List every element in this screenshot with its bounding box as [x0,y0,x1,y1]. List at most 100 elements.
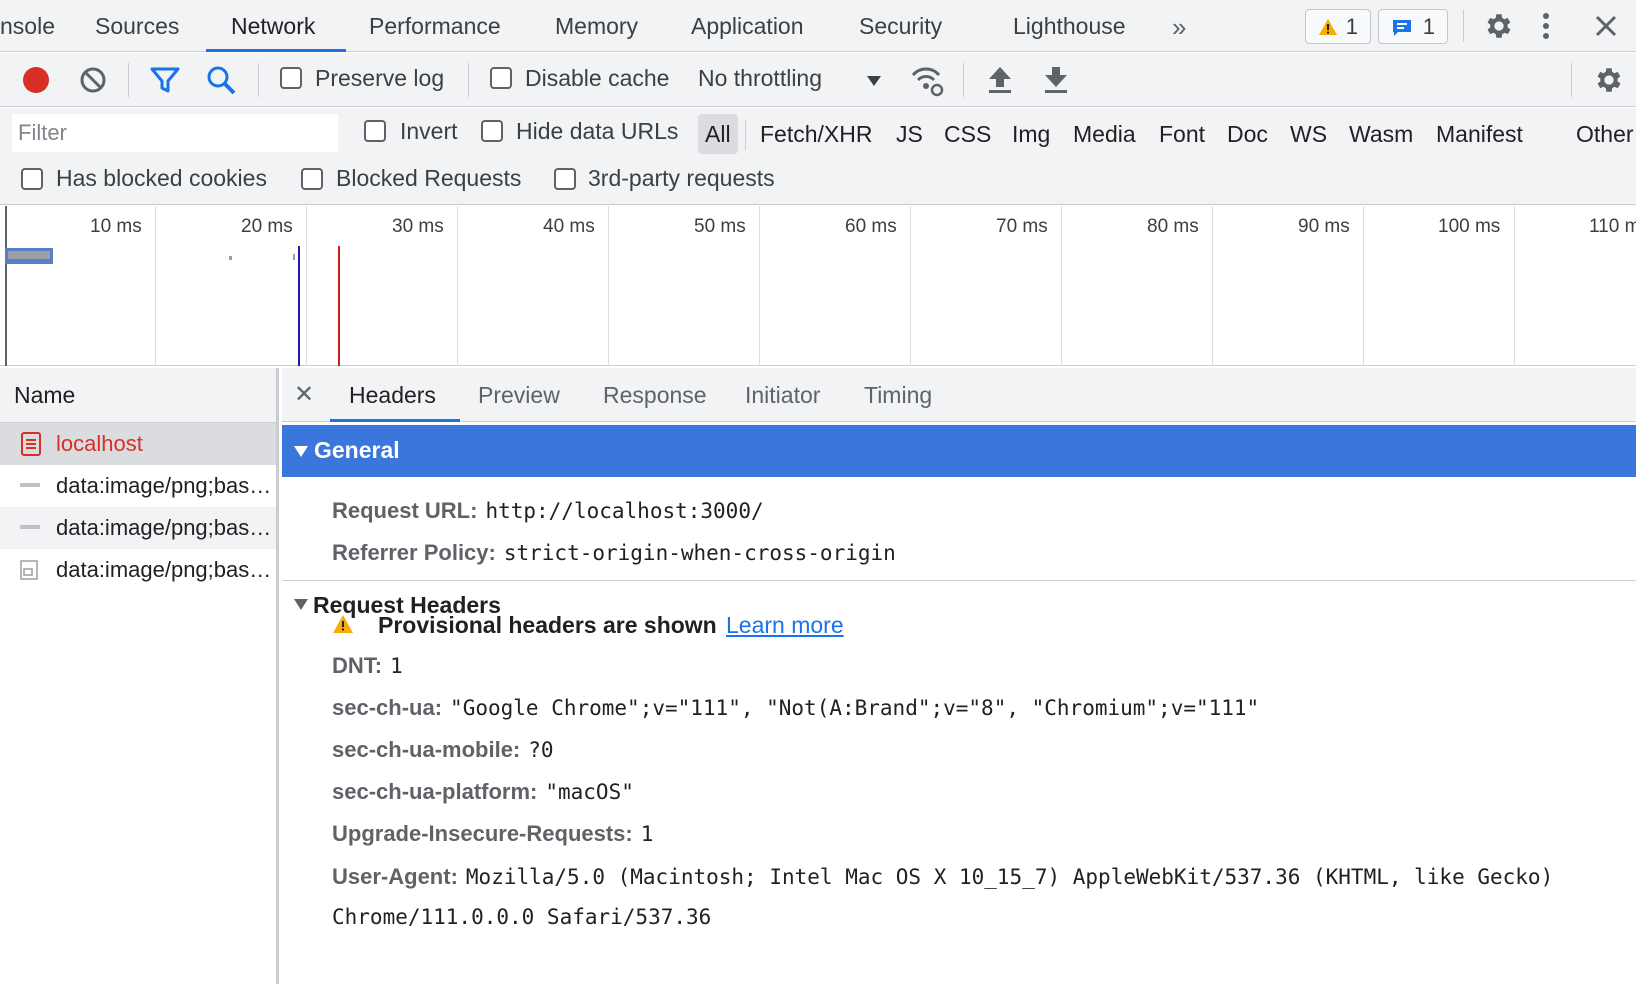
more-vertical-icon[interactable] [1540,10,1552,42]
import-har-icon[interactable] [987,65,1013,95]
filter-type-font[interactable]: Font [1159,114,1205,154]
header-key: sec-ch-ua-mobile: [332,737,521,762]
settings-gear-icon[interactable] [1483,10,1515,42]
search-icon[interactable] [206,65,236,95]
preserve-log-label: Preserve log [315,65,445,91]
hide-data-urls-checkbox[interactable] [481,120,503,142]
tab-application[interactable]: Application [691,0,804,52]
header-row: sec-ch-ua-mobile: ?0 [332,737,554,763]
tab-response[interactable]: Response [603,368,707,422]
gridline [1363,206,1364,366]
expand-triangle-icon [294,599,308,610]
learn-more-link[interactable]: Learn more [726,612,844,639]
filter-funnel-icon[interactable] [150,66,180,94]
network-settings-gear-icon[interactable] [1593,64,1625,96]
tab-performance[interactable]: Performance [369,0,501,52]
header-row: sec-ch-ua: "Google Chrome";v="111", "Not(… [332,695,1259,721]
gridline [1514,206,1515,366]
network-conditions-icon[interactable] [910,63,944,97]
filter-type-doc[interactable]: Doc [1227,114,1268,154]
third-party-requests-checkbox[interactable] [554,168,576,190]
tab-timing[interactable]: Timing [864,368,932,422]
name-column-header[interactable]: Name [0,368,276,423]
request-name: data:image/png;base64 [56,557,272,582]
tab-security[interactable]: Security [859,0,942,52]
tab-network[interactable]: Network [231,0,315,52]
request-row[interactable]: data:image/png;base64 [0,507,276,549]
document-icon [21,432,41,456]
request-row-selected[interactable]: localhost [0,423,276,465]
network-overview-timeline[interactable]: 10 ms 20 ms 30 ms 40 ms 50 ms 60 ms 70 m… [0,206,1636,366]
separator [963,63,964,97]
filter-type-other[interactable]: Other [1576,114,1634,154]
record-button[interactable] [22,66,50,94]
network-toolbar: Preserve log Disable cache No throttling [0,53,1636,107]
gridline [910,206,911,366]
throttling-value: No throttling [698,65,823,91]
tab-memory[interactable]: Memory [555,0,638,52]
filter-type-manifest[interactable]: Manifest [1436,114,1523,154]
filter-type-fetch-xhr[interactable]: Fetch/XHR [760,114,872,154]
header-key: Referrer Policy: [332,540,496,565]
disable-cache-checkbox[interactable] [490,67,512,89]
separator [1571,63,1572,97]
general-section-header[interactable]: General [282,425,1636,477]
disable-cache-label: Disable cache [525,65,670,91]
tab-console[interactable]: nsole [0,0,55,52]
provisional-headers-warning: Provisional headers are shown Learn more [332,612,932,642]
header-key: Upgrade-Insecure-Requests: [332,821,633,846]
filter-type-css[interactable]: CSS [944,114,991,154]
preserve-log-checkbox[interactable] [280,67,302,89]
tab-lighthouse[interactable]: Lighthouse [1013,0,1126,52]
filter-type-wasm[interactable]: Wasm [1349,114,1413,154]
has-blocked-cookies-label: Has blocked cookies [56,165,267,191]
tick-label: 70 ms [996,216,1048,237]
invert-checkbox[interactable] [364,120,386,142]
chevron-double-right-icon[interactable]: » [1172,12,1186,43]
messages-badge[interactable]: 1 [1378,9,1448,44]
filter-type-media[interactable]: Media [1073,114,1136,154]
separator [258,63,259,97]
header-value: Chrome/111.0.0.0 Safari/537.36 [332,905,712,929]
gridline [759,206,760,366]
separator [468,63,469,97]
warnings-count: 1 [1345,14,1358,39]
header-value: strict-origin-when-cross-origin [503,541,896,565]
header-key: sec-ch-ua: [332,695,443,720]
tick-label: 100 ms [1438,216,1501,237]
hide-data-urls-label: Hide data URLs [516,118,679,144]
has-blocked-cookies-checkbox[interactable] [21,168,43,190]
filter-type-img[interactable]: Img [1012,114,1050,154]
request-row[interactable]: data:image/png;base64 [0,465,276,507]
blocked-requests-label: Blocked Requests [336,165,522,191]
close-devtools-icon[interactable] [1594,14,1618,38]
tab-sources[interactable]: Sources [95,0,179,52]
tick-label: 60 ms [845,216,897,237]
general-section-title: General [314,437,400,463]
header-value: "Google Chrome";v="111", "Not(A:Brand";v… [450,696,1260,720]
blocked-requests-checkbox[interactable] [301,168,323,190]
image-icon [20,483,40,487]
tab-initiator[interactable]: Initiator [745,368,820,422]
tab-preview[interactable]: Preview [478,368,560,422]
header-value: ?0 [528,738,554,762]
request-name: localhost [56,431,143,456]
separator [1463,10,1464,42]
header-key: Request URL: [332,498,478,523]
tick-label: 20 ms [241,216,293,237]
tick-label: 110 m [1589,216,1636,237]
active-tab-indicator [206,49,346,52]
filter-type-ws[interactable]: WS [1290,114,1327,154]
close-details-icon[interactable]: ✕ [294,380,314,409]
request-row[interactable]: data:image/png;base64 [0,549,276,591]
tick-label: 90 ms [1298,216,1350,237]
export-har-icon[interactable] [1043,65,1069,95]
clear-icon[interactable] [79,66,107,94]
throttling-select[interactable]: No throttling [698,59,888,101]
tab-headers[interactable]: Headers [349,368,436,422]
warnings-badge[interactable]: 1 [1305,9,1371,44]
filter-type-all[interactable]: All [698,114,738,154]
filter-type-js[interactable]: JS [896,114,923,154]
filter-input[interactable] [12,114,338,152]
tick-label: 30 ms [392,216,444,237]
